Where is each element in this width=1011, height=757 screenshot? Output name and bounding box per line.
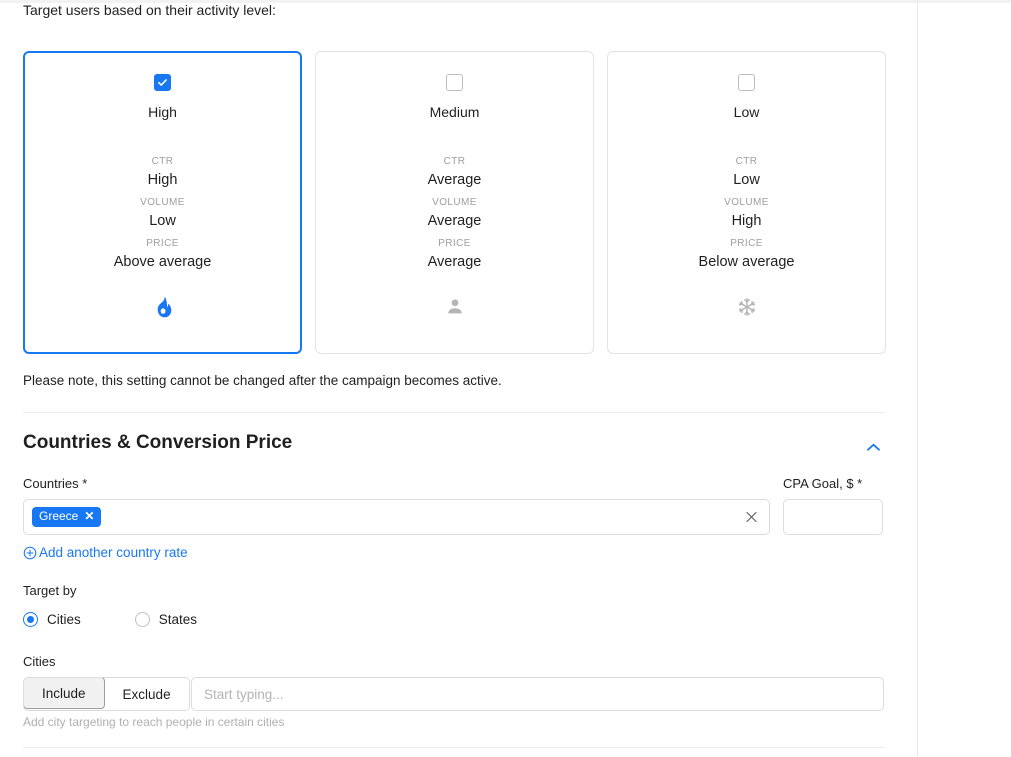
stat-key-ctr: CTR [443, 156, 466, 167]
activity-card-title: Low [733, 104, 760, 120]
section-divider-top [23, 412, 884, 413]
stat-value-ctr: High [147, 172, 178, 188]
section-divider-bottom [23, 747, 884, 748]
target-by-radio-group: Cities States [23, 612, 197, 627]
campaign-settings-panel: Target users based on their activity lev… [0, 0, 917, 757]
stat-key-price: PRICE [146, 238, 179, 249]
stat-value-price: Above average [113, 254, 212, 270]
activity-card-medium[interactable]: Medium CTR Average VOLUME Average PRICE … [315, 51, 594, 354]
stat-value-price: Average [427, 254, 482, 270]
tag-remove-icon[interactable]: ✕ [84, 510, 94, 523]
country-tag-greece[interactable]: Greece ✕ [32, 507, 102, 527]
stat-value-volume: Low [149, 213, 176, 229]
cities-include-exclude-toggle: Include Exclude [23, 677, 190, 711]
radio-dot-states[interactable] [134, 612, 150, 627]
stat-value-volume: Average [427, 213, 482, 229]
stat-value-volume: High [731, 213, 762, 229]
stat-value-price: Below average [698, 254, 795, 270]
section-title-countries: Countries & Conversion Price [23, 432, 293, 453]
add-another-country-rate-label: Add another country rate [39, 545, 188, 560]
flame-icon [153, 294, 173, 320]
activity-level-card-group: High CTR High VOLUME Low PRICE Above ave… [23, 51, 886, 354]
person-icon [444, 294, 466, 320]
countries-input[interactable]: Greece ✕ [23, 499, 770, 535]
snowflake-icon [736, 294, 758, 320]
activity-checkbox-medium[interactable] [446, 74, 463, 91]
activity-card-title: High [148, 104, 177, 120]
stat-key-price: PRICE [730, 238, 763, 249]
activity-card-stats: CTR Low VOLUME High PRICE Below average [608, 155, 885, 278]
radio-dot-cities[interactable] [23, 612, 38, 627]
cities-exclude-button[interactable]: Exclude [104, 678, 189, 710]
add-another-country-rate-link[interactable]: Add another country rate [23, 545, 188, 560]
cities-include-button[interactable]: Include [23, 678, 105, 709]
chevron-up-icon[interactable] [862, 436, 884, 458]
activity-note-text: Please note, this setting cannot be chan… [23, 373, 502, 388]
stat-value-ctr: Average [427, 172, 482, 188]
stat-value-ctr: Low [733, 172, 760, 188]
cpa-goal-label: CPA Goal, $ * [783, 476, 863, 491]
activity-checkbox-low[interactable] [738, 74, 755, 91]
activity-card-low[interactable]: Low CTR Low VOLUME High PRICE Below aver… [607, 51, 886, 354]
plus-circle-icon [23, 546, 37, 560]
cpa-goal-input[interactable] [792, 508, 874, 526]
cities-input-wrapper[interactable] [191, 677, 884, 711]
radio-target-by-cities[interactable]: Cities [23, 612, 81, 627]
clear-icon[interactable] [744, 510, 759, 525]
radio-label-cities: Cities [47, 612, 81, 627]
activity-card-high[interactable]: High CTR High VOLUME Low PRICE Above ave… [23, 51, 302, 354]
radio-label-states: States [158, 612, 198, 627]
check-icon [158, 79, 167, 86]
stat-key-volume: VOLUME [432, 197, 477, 208]
activity-card-stats: CTR High VOLUME Low PRICE Above average [25, 155, 300, 278]
activity-card-stats: CTR Average VOLUME Average PRICE Average [316, 155, 593, 278]
activity-intro-text: Target users based on their activity lev… [23, 2, 276, 18]
stat-key-volume: VOLUME [140, 197, 185, 208]
target-by-label: Target by [23, 583, 77, 598]
stat-key-ctr: CTR [735, 156, 758, 167]
stat-key-ctr: CTR [151, 156, 174, 167]
cities-input[interactable] [202, 685, 873, 703]
page-root: Target users based on their activity lev… [0, 0, 1011, 757]
cities-hint-text: Add city targeting to reach people in ce… [23, 715, 285, 729]
cpa-goal-field[interactable] [783, 499, 883, 535]
countries-label: Countries * [23, 476, 88, 491]
activity-card-title: Medium [429, 104, 480, 120]
stat-key-volume: VOLUME [724, 197, 769, 208]
stat-key-price: PRICE [438, 238, 471, 249]
radio-target-by-states[interactable]: States [134, 612, 198, 627]
cities-label: Cities [23, 654, 56, 669]
activity-checkbox-high[interactable] [154, 74, 171, 91]
page-vertical-divider [917, 0, 918, 757]
country-tag-label: Greece [39, 509, 79, 523]
